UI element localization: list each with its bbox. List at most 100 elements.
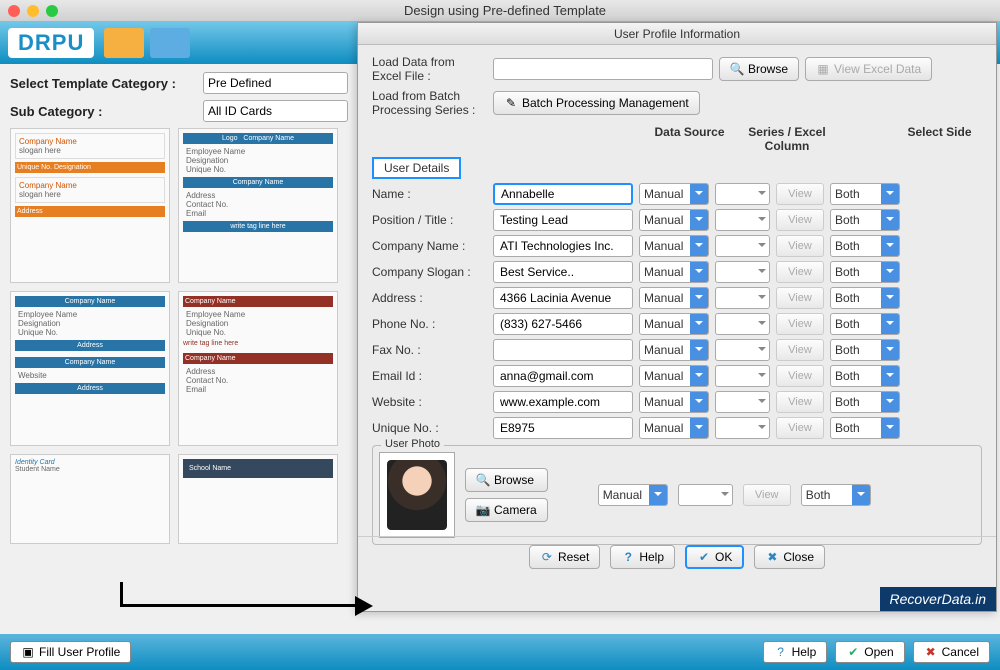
idcard-icon bbox=[150, 28, 190, 58]
photo-data-source-select[interactable]: Manual bbox=[598, 484, 668, 506]
series-column-select[interactable] bbox=[715, 287, 770, 309]
field-label: Company Name : bbox=[372, 239, 487, 253]
watermark: RecoverData.in bbox=[880, 587, 997, 611]
side-select[interactable]: Both bbox=[830, 313, 900, 335]
data-source-select[interactable]: Manual bbox=[639, 313, 709, 335]
side-select[interactable]: Both bbox=[830, 365, 900, 387]
data-source-select[interactable]: Manual bbox=[639, 287, 709, 309]
series-column-select[interactable] bbox=[715, 339, 770, 361]
template-thumbnail[interactable]: Company Nameslogan here Unique No. Desig… bbox=[10, 128, 170, 283]
field-row: Fax No. : Manual View Both bbox=[372, 339, 982, 361]
view-button[interactable]: View bbox=[776, 391, 824, 413]
series-column-select[interactable] bbox=[715, 417, 770, 439]
series-column-select[interactable] bbox=[715, 261, 770, 283]
template-thumbnail[interactable]: Company Name Employee NameDesignationUni… bbox=[178, 291, 338, 446]
data-source-select[interactable]: Manual bbox=[639, 391, 709, 413]
data-source-select[interactable]: Manual bbox=[639, 183, 709, 205]
ok-button[interactable]: ✔OK bbox=[685, 545, 744, 569]
series-column-select[interactable] bbox=[715, 391, 770, 413]
field-row: Position / Title :ManualViewBoth bbox=[372, 209, 982, 231]
side-select[interactable]: Both bbox=[830, 183, 900, 205]
field-label: Unique No. : bbox=[372, 421, 487, 435]
view-button[interactable]: View bbox=[776, 365, 824, 387]
series-column-select[interactable] bbox=[715, 235, 770, 257]
template-thumbnail[interactable]: Company Name Employee NameDesignationUni… bbox=[10, 291, 170, 446]
camera-button[interactable]: 📷Camera bbox=[465, 498, 548, 522]
refresh-icon: ⟳ bbox=[540, 550, 554, 564]
window-titlebar: Design using Pre-defined Template bbox=[0, 0, 1000, 22]
field-row: Company Name : Manual View Both bbox=[372, 235, 982, 257]
side-select[interactable]: Both bbox=[830, 235, 900, 257]
field-input[interactable] bbox=[493, 235, 633, 257]
reset-button[interactable]: ⟳Reset bbox=[529, 545, 600, 569]
sub-category-label: Sub Category : bbox=[10, 104, 195, 119]
view-button[interactable]: View bbox=[776, 209, 824, 231]
data-source-select[interactable]: Manual bbox=[639, 365, 709, 387]
view-excel-button[interactable]: ▦View Excel Data bbox=[805, 57, 932, 81]
excel-file-input[interactable] bbox=[493, 58, 713, 80]
fill-user-profile-button[interactable]: ▣Fill User Profile bbox=[10, 641, 131, 663]
side-select[interactable]: Both bbox=[830, 287, 900, 309]
data-source-select[interactable]: Manual bbox=[639, 261, 709, 283]
close-button[interactable]: ✖Close bbox=[754, 545, 825, 569]
sub-category-select[interactable] bbox=[203, 100, 348, 122]
footer-open-button[interactable]: ✔Open bbox=[835, 641, 904, 663]
field-input[interactable] bbox=[493, 183, 633, 205]
series-column-select[interactable] bbox=[715, 313, 770, 335]
view-button[interactable]: View bbox=[776, 235, 824, 257]
close-icon: ✖ bbox=[924, 645, 938, 659]
user-photo-preview bbox=[379, 452, 455, 538]
template-category-label: Select Template Category : bbox=[10, 76, 195, 91]
field-input[interactable] bbox=[493, 417, 633, 439]
footer-cancel-button[interactable]: ✖Cancel bbox=[913, 641, 990, 663]
photo-side-select[interactable]: Both bbox=[801, 484, 871, 506]
side-select[interactable]: Both bbox=[830, 339, 900, 361]
series-column-select[interactable] bbox=[715, 365, 770, 387]
search-icon: 🔍 bbox=[730, 62, 744, 76]
close-window-button[interactable] bbox=[8, 5, 20, 17]
field-input[interactable] bbox=[493, 287, 633, 309]
batch-processing-button[interactable]: ✎Batch Processing Management bbox=[493, 91, 700, 115]
side-select[interactable]: Both bbox=[830, 209, 900, 231]
field-input[interactable] bbox=[493, 391, 633, 413]
field-input[interactable] bbox=[493, 339, 633, 361]
view-button[interactable]: View bbox=[776, 183, 824, 205]
data-source-select[interactable]: Manual bbox=[639, 417, 709, 439]
maximize-window-button[interactable] bbox=[46, 5, 58, 17]
series-column-select[interactable] bbox=[715, 209, 770, 231]
side-select[interactable]: Both bbox=[830, 261, 900, 283]
footer-help-button[interactable]: ?Help bbox=[763, 641, 828, 663]
data-source-select[interactable]: Manual bbox=[639, 235, 709, 257]
field-input[interactable] bbox=[493, 313, 633, 335]
help-icon: ? bbox=[621, 550, 635, 564]
field-label: Company Slogan : bbox=[372, 265, 487, 279]
field-label: Fax No. : bbox=[372, 343, 487, 357]
field-row: Email Id :ManualViewBoth bbox=[372, 365, 982, 387]
view-button[interactable]: View bbox=[776, 417, 824, 439]
photo-series-select[interactable] bbox=[678, 484, 733, 506]
field-input[interactable] bbox=[493, 365, 633, 387]
view-button[interactable]: View bbox=[776, 287, 824, 309]
template-thumbnail[interactable]: School Name bbox=[178, 454, 338, 544]
field-row: Company Slogan : Manual View Both bbox=[372, 261, 982, 283]
template-thumbnail[interactable]: Identity Card Student Name bbox=[10, 454, 170, 544]
field-input[interactable] bbox=[493, 261, 633, 283]
help-button[interactable]: ?Help bbox=[610, 545, 675, 569]
view-button[interactable]: View bbox=[776, 339, 824, 361]
series-column-select[interactable] bbox=[715, 183, 770, 205]
minimize-window-button[interactable] bbox=[27, 5, 39, 17]
side-select[interactable]: Both bbox=[830, 391, 900, 413]
browse-photo-button[interactable]: 🔍Browse bbox=[465, 468, 548, 492]
user-details-tab[interactable]: User Details bbox=[372, 157, 461, 179]
template-category-select[interactable] bbox=[203, 72, 348, 94]
photo-view-button[interactable]: View bbox=[743, 484, 791, 506]
template-gallery: Company Nameslogan here Unique No. Desig… bbox=[10, 128, 350, 544]
view-button[interactable]: View bbox=[776, 261, 824, 283]
side-select[interactable]: Both bbox=[830, 417, 900, 439]
view-button[interactable]: View bbox=[776, 313, 824, 335]
data-source-select[interactable]: Manual bbox=[639, 339, 709, 361]
template-thumbnail[interactable]: Logo Company Name Employee NameDesignati… bbox=[178, 128, 338, 283]
data-source-select[interactable]: Manual bbox=[639, 209, 709, 231]
field-input[interactable] bbox=[493, 209, 633, 231]
browse-excel-button[interactable]: 🔍Browse bbox=[719, 57, 799, 81]
